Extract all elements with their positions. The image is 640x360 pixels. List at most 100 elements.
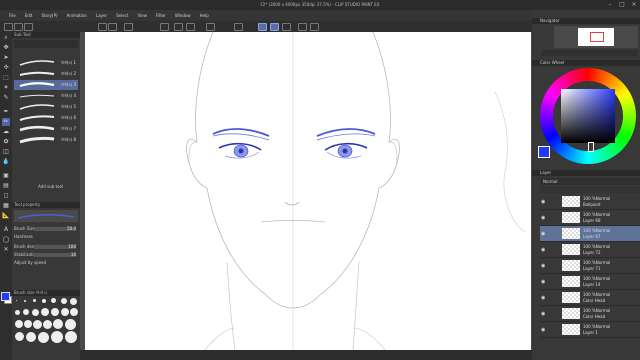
brush-size-row[interactable]: Brush Size 50.0 (14, 226, 78, 232)
sub-tool-tabs[interactable] (14, 40, 78, 48)
size-dot[interactable] (65, 331, 77, 343)
menu-help[interactable]: Help (200, 13, 209, 18)
text-tool-icon[interactable]: A (2, 226, 10, 234)
adjust-by-speed-row[interactable]: Adjust by speed (14, 260, 78, 266)
open-icon[interactable] (14, 23, 23, 31)
eye-icon[interactable]: ◉ (541, 279, 545, 285)
gradient-icon[interactable]: ▤ (2, 182, 10, 190)
layer-row[interactable]: ◉ 100 %Normal Layer 71 (540, 258, 640, 274)
size-dot[interactable] (33, 299, 36, 302)
line-correction-icon[interactable]: ✕ (2, 246, 10, 254)
blend-icon[interactable]: 💧 (2, 158, 10, 166)
eye-icon[interactable]: ◉ (541, 263, 545, 269)
ruler-icon[interactable] (298, 23, 307, 31)
brush-item[interactable]: 브러시 6 (14, 113, 78, 123)
layer-row-selected[interactable]: ◉ 100 %Normal Layer 67 (540, 226, 640, 242)
size-dot[interactable] (51, 298, 56, 303)
figure-icon[interactable]: ◻ (2, 192, 10, 200)
menu-file[interactable]: File (9, 13, 16, 18)
hardness-row[interactable]: Hardness (14, 234, 78, 240)
eye-icon[interactable]: ◉ (541, 327, 545, 333)
operation-tool-icon[interactable]: ➤ (2, 54, 10, 62)
pen-tool-icon[interactable]: ✒ (2, 108, 10, 116)
layer-row[interactable]: ◉ 100 %Normal Color Head (540, 306, 640, 322)
size-dot[interactable] (51, 308, 59, 316)
selection-icon[interactable]: ⬚ (2, 74, 10, 82)
size-dot[interactable] (24, 300, 26, 302)
zoom-tool-icon[interactable]: ⌕ (2, 34, 10, 42)
size-dot[interactable] (70, 298, 77, 305)
layer-row[interactable]: ◉ 100 %Normal Color Head (540, 290, 640, 306)
saturation-square[interactable] (561, 89, 615, 143)
eye-icon[interactable]: ◉ (541, 215, 545, 221)
brush-item[interactable]: 브러시 5 (14, 102, 78, 112)
transform-icon[interactable] (160, 23, 169, 31)
save-icon[interactable] (24, 23, 33, 31)
eye-icon[interactable]: ◉ (541, 231, 545, 237)
size-dot[interactable] (43, 320, 52, 329)
size-dot[interactable] (23, 309, 29, 315)
eye-icon[interactable]: ◉ (541, 311, 545, 317)
size-dot[interactable] (24, 320, 32, 328)
brush-item[interactable]: 브러시 7 (14, 124, 78, 134)
layer-row[interactable]: ◉ 100 %Normal Layer 68 (540, 210, 640, 226)
minimize-icon[interactable]: – (604, 1, 616, 9)
menu-view[interactable]: View (137, 13, 147, 18)
brush-item[interactable]: 브러시 8 (14, 135, 78, 145)
navigator-zoom-bar[interactable] (542, 50, 638, 56)
maximize-icon[interactable]: □ (616, 1, 628, 9)
brush-item[interactable]: 브러시 1 (14, 58, 78, 68)
layer-row[interactable]: ◉ 100 %Normal Layer 1 (540, 322, 640, 338)
blend-mode-select[interactable]: Normal (540, 178, 640, 185)
brush-item[interactable]: 브러시 4 (14, 91, 78, 101)
brush-density-row[interactable]: Brush density 100 (14, 244, 78, 250)
size-dot[interactable] (26, 332, 36, 342)
snap-grid-icon[interactable] (282, 23, 291, 31)
ruler-tool-icon[interactable]: 📐 (2, 212, 10, 220)
foreground-color-swatch[interactable] (1, 292, 10, 301)
frame-icon[interactable]: ▦ (2, 202, 10, 210)
perspective-icon[interactable] (310, 23, 319, 31)
size-dot[interactable] (70, 308, 78, 316)
hue-marker[interactable] (588, 142, 594, 152)
selection-tool-icon[interactable] (206, 23, 215, 31)
layer-row[interactable]: ◉ 100 %Normal Layer 72 (540, 242, 640, 258)
size-dot[interactable] (38, 332, 49, 343)
menu-edit[interactable]: Edit (25, 13, 33, 18)
menu-filter[interactable]: Filter (156, 13, 166, 18)
fill-tool-icon[interactable]: ▣ (2, 172, 10, 180)
snap-ruler-icon[interactable] (258, 23, 267, 31)
menu-layer[interactable]: Layer (96, 13, 107, 18)
eye-icon[interactable]: ◉ (541, 199, 545, 205)
brush-tool-icon[interactable]: ✏ (2, 118, 10, 126)
menu-window[interactable]: Window (175, 13, 191, 18)
eye-icon[interactable]: ◉ (541, 295, 545, 301)
size-dot[interactable] (65, 319, 76, 330)
size-dot[interactable] (32, 309, 39, 316)
size-dot[interactable] (61, 308, 69, 316)
new-file-icon[interactable] (4, 23, 13, 31)
size-dot[interactable] (15, 332, 24, 341)
current-color-swatch[interactable] (538, 146, 550, 158)
fill-icon[interactable] (186, 23, 195, 31)
eye-icon[interactable]: ◉ (541, 247, 545, 253)
eraser-icon[interactable]: ◫ (2, 148, 10, 156)
layer-row[interactable]: ◉ 100 %Normal Ballpoint (540, 194, 640, 210)
size-dot[interactable] (42, 299, 46, 303)
size-dot[interactable] (61, 298, 67, 304)
close-icon[interactable]: × (628, 1, 640, 9)
stabilization-row[interactable]: Stabilization 10 (14, 252, 78, 258)
size-dot[interactable] (33, 320, 42, 329)
balloon-icon[interactable]: ◯ (2, 236, 10, 244)
snap-special-ruler-icon[interactable] (270, 23, 279, 31)
menu-select[interactable]: Select (116, 13, 128, 18)
drawing-canvas[interactable] (85, 32, 531, 350)
deselect-icon[interactable] (174, 23, 183, 31)
redo-icon[interactable] (108, 23, 117, 31)
add-sub-tool-button[interactable]: Add sub tool (38, 184, 63, 189)
layer-row[interactable]: ◉ 100 %Normal Layer 14 (540, 274, 640, 290)
size-dot[interactable] (15, 320, 23, 328)
brush-item-selected[interactable]: 브러시 3 (14, 80, 78, 90)
snap-icon[interactable] (234, 23, 243, 31)
eyedropper-icon[interactable]: ✎ (2, 94, 10, 102)
